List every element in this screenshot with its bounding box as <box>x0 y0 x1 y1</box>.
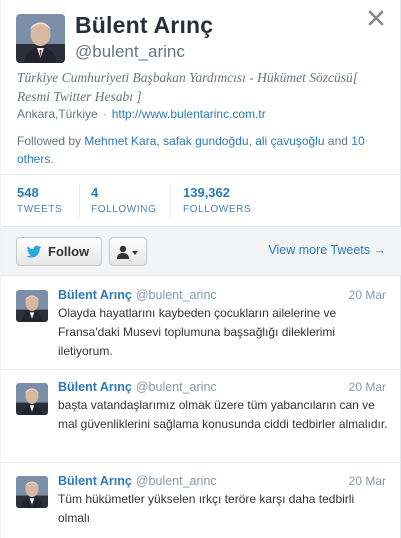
tweets-count: 548 <box>17 185 39 200</box>
follow-button-label: Follow <box>48 244 90 259</box>
tweet-author-name: Bülent Arınç <box>58 380 132 394</box>
separator: · <box>102 107 107 121</box>
followed-by-prefix: Followed by <box>17 134 82 148</box>
tweet-avatar[interactable] <box>16 290 48 322</box>
tweet-text: Tüm hükümetler yükselen ırkçı teröre kar… <box>58 492 355 525</box>
profile-location: Ankara,Türkiye <box>17 107 98 121</box>
profile-screen-name[interactable]: @bulent_arinc <box>75 42 185 62</box>
tweet-avatar[interactable] <box>16 383 48 415</box>
close-button[interactable] <box>368 10 388 30</box>
followed-by-user-link[interactable]: Mehmet Kara <box>84 134 156 148</box>
comma: , <box>156 134 160 148</box>
comma: , <box>248 134 252 148</box>
avatar-image <box>16 290 48 322</box>
profile-avatar[interactable] <box>16 14 65 63</box>
followed-by-user-link[interactable]: ali çavuşoğlu <box>255 134 324 148</box>
followers-label: FOLLOWERS <box>183 204 252 215</box>
user-icon <box>117 245 138 259</box>
tweet-author[interactable]: Bülent Arınç @bulent_arinc <box>58 380 217 394</box>
avatar-image <box>16 476 48 508</box>
followed-by-user-link[interactable]: safak gundoğdu <box>163 134 248 148</box>
stat-followers[interactable]: 139,362 FOLLOWERS <box>183 185 251 215</box>
following-count: 4 <box>91 185 99 200</box>
tweet-text: Olayda hayatlarını kaybeden çocukların a… <box>58 306 337 358</box>
tweet-text: başta vatandaşlarımız olmak üzere tüm ya… <box>58 398 388 431</box>
caret-down-icon <box>132 250 138 255</box>
tweet-date[interactable]: 20 Mar <box>349 288 386 302</box>
followers-count: 139,362 <box>183 185 230 200</box>
followed-by-and: and <box>327 134 348 148</box>
tweet-author-handle: @bulent_arinc <box>135 380 217 394</box>
action-bar: Follow View more Tweets → <box>1 226 401 276</box>
follow-button[interactable]: Follow <box>16 237 102 266</box>
profile-bio: Türkiye Cumhuriyeti Başbakan Yardımcısı … <box>17 70 358 104</box>
tweet-item[interactable]: Bülent Arınç @bulent_arinc 20 Mar başta v… <box>1 370 401 462</box>
stat-tweets[interactable]: 548 TWEETS <box>17 185 62 215</box>
stat-following[interactable]: 4 FOLLOWING <box>91 185 156 215</box>
avatar-image <box>16 383 48 415</box>
tweet-date[interactable]: 20 Mar <box>349 380 386 394</box>
tweet-author-name: Bülent Arınç <box>58 288 132 302</box>
avatar-image <box>16 14 65 63</box>
profile-card: Bülent Arınç @bulent_arinc Türkiye Cumhu… <box>0 0 401 538</box>
tweet-avatar[interactable] <box>16 476 48 508</box>
user-actions-dropdown[interactable] <box>109 237 147 266</box>
tweet-author-name: Bülent Arınç <box>58 474 132 488</box>
followed-by-line: Followed by Mehmet Kara, safak gundoğdu,… <box>17 132 387 168</box>
tweets-label: TWEETS <box>17 204 63 215</box>
tweet-author[interactable]: Bülent Arınç @bulent_arinc <box>58 288 217 302</box>
close-icon <box>368 10 384 26</box>
twitter-bird-icon <box>26 245 42 258</box>
profile-full-name[interactable]: Bülent Arınç <box>75 12 213 39</box>
view-more-tweets-link[interactable]: View more Tweets → <box>268 243 386 257</box>
location-row: Ankara,Türkiye · http://www.bulentarinc.co… <box>17 107 266 121</box>
tweet-author[interactable]: Bülent Arınç @bulent_arinc <box>58 474 217 488</box>
divider <box>1 174 401 175</box>
tweet-date[interactable]: 20 Mar <box>349 474 386 488</box>
stat-separator <box>79 184 80 218</box>
stat-separator <box>170 184 171 218</box>
profile-url-link[interactable]: http://www.bulentarinc.com.tr <box>112 107 266 121</box>
period: . <box>50 152 54 166</box>
following-label: FOLLOWING <box>91 204 157 215</box>
tweet-item[interactable]: Bülent Arınç @bulent_arinc 20 Mar Olayda … <box>1 277 401 369</box>
tweet-item[interactable]: Bülent Arınç @bulent_arinc 20 Mar Tüm hük… <box>1 463 401 538</box>
tweet-author-handle: @bulent_arinc <box>135 288 217 302</box>
tweet-author-handle: @bulent_arinc <box>135 474 217 488</box>
